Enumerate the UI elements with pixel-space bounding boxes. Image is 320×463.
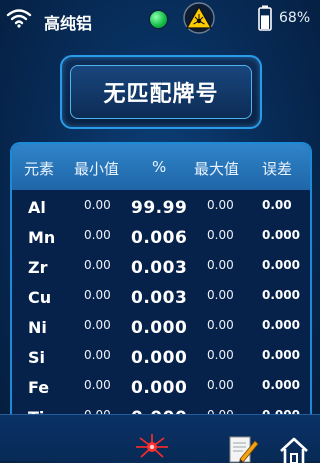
percent-value: 0.006 — [131, 228, 188, 248]
percent-value: 0.000 — [131, 318, 188, 338]
element-symbol: Si — [28, 348, 46, 367]
error-value: 0.000 — [262, 288, 300, 302]
element-symbol: Zr — [28, 258, 48, 277]
grade-match-box[interactable]: 无匹配牌号 — [60, 55, 262, 129]
max-value: 0.00 — [207, 288, 234, 302]
error-value: 0.000 — [262, 318, 300, 332]
max-value: 0.00 — [207, 228, 234, 242]
min-value: 0.00 — [84, 198, 111, 212]
min-value: 0.00 — [84, 228, 111, 242]
grade-label: 无匹配牌号 — [70, 65, 252, 119]
min-value: 0.00 — [84, 348, 111, 362]
error-value: 0.00 — [262, 198, 292, 212]
percent-value: 0.003 — [131, 258, 188, 278]
laser-icon[interactable] — [132, 433, 172, 461]
laser-warning-icon — [183, 2, 215, 34]
home-icon[interactable] — [278, 437, 310, 463]
table-row: Mn 0.00 0.006 0.00 0.000 — [12, 222, 310, 252]
edit-icon[interactable] — [228, 435, 260, 463]
max-value: 0.00 — [207, 348, 234, 362]
status-indicator-dot — [150, 11, 167, 28]
header-error: 误差 — [262, 160, 293, 178]
error-value: 0.000 — [262, 258, 300, 272]
percent-value: 99.99 — [131, 198, 188, 218]
element-symbol: Cu — [28, 288, 52, 307]
wifi-icon — [6, 9, 32, 28]
table-header: 元素 最小值 % 最大值 误差 — [12, 144, 310, 190]
header-percent: % — [152, 158, 167, 176]
min-value: 0.00 — [84, 258, 111, 272]
table-row: Ni 0.00 0.000 0.00 0.000 — [12, 312, 310, 342]
results-table[interactable]: 元素 最小值 % 最大值 误差 Al 0.00 99.99 0.00 0.00 … — [10, 142, 312, 416]
max-value: 0.00 — [207, 258, 234, 272]
error-value: 0.000 — [262, 228, 300, 242]
min-value: 0.00 — [84, 378, 111, 392]
table-row: Al 0.00 99.99 0.00 0.00 — [12, 192, 310, 222]
header-max: 最大值 — [194, 160, 240, 178]
header-min: 最小值 — [74, 160, 120, 178]
percent-value: 0.000 — [131, 378, 188, 398]
min-value: 0.00 — [84, 318, 111, 332]
battery-percentage: 68% — [279, 10, 311, 26]
table-row: Si 0.00 0.000 0.00 0.000 — [12, 342, 310, 372]
bottom-toolbar — [0, 414, 320, 463]
element-symbol: Ni — [28, 318, 47, 337]
min-value: 0.00 — [84, 288, 111, 302]
error-value: 0.000 — [262, 348, 300, 362]
element-symbol: Mn — [28, 228, 56, 247]
error-value: 0.000 — [262, 378, 300, 392]
material-title: 高纯铝 — [44, 14, 93, 33]
element-symbol: Fe — [28, 378, 50, 397]
table-row: Fe 0.00 0.000 0.00 0.000 — [12, 372, 310, 402]
percent-value: 0.003 — [131, 288, 188, 308]
table-row: Zr 0.00 0.003 0.00 0.000 — [12, 252, 310, 282]
element-symbol: Al — [28, 198, 46, 217]
header-element: 元素 — [24, 160, 55, 178]
max-value: 0.00 — [207, 378, 234, 392]
status-bar: 高纯铝 68% — [0, 0, 320, 38]
max-value: 0.00 — [207, 198, 234, 212]
table-row: Cu 0.00 0.003 0.00 0.000 — [12, 282, 310, 312]
battery-icon — [258, 5, 272, 31]
max-value: 0.00 — [207, 318, 234, 332]
percent-value: 0.000 — [131, 348, 188, 368]
